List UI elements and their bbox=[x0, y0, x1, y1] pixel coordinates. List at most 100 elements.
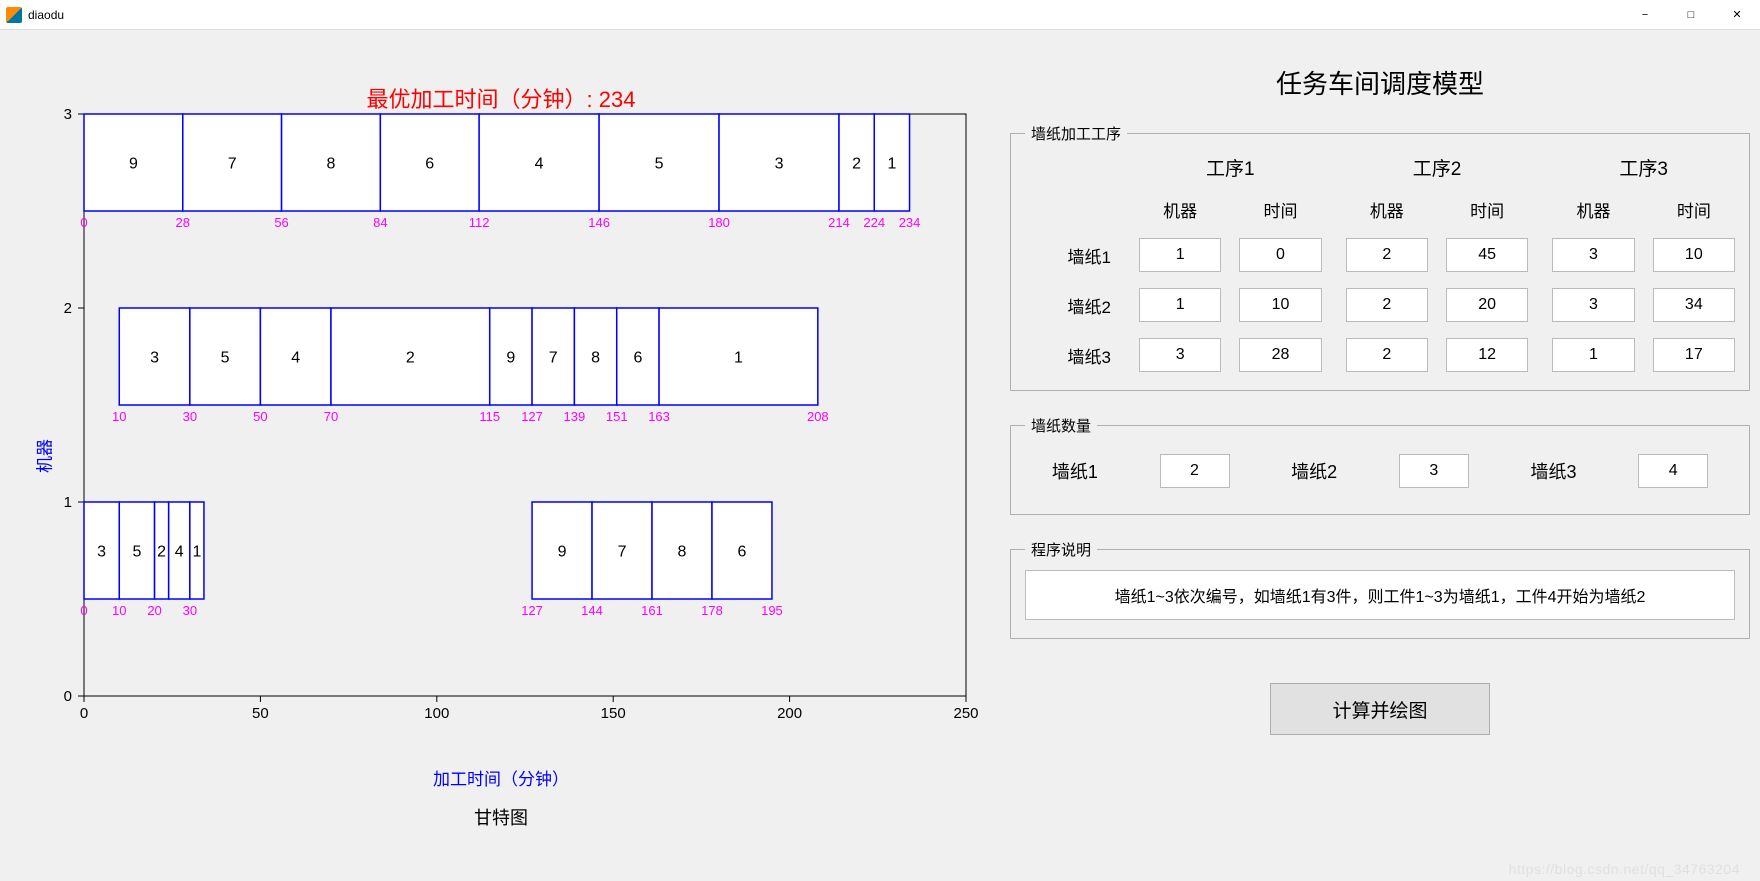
app-icon bbox=[6, 7, 22, 23]
proc-time-input[interactable]: 20 bbox=[1446, 288, 1528, 322]
proc-machine-input[interactable]: 2 bbox=[1346, 288, 1428, 322]
svg-text:5: 5 bbox=[221, 350, 230, 367]
svg-text:150: 150 bbox=[601, 705, 626, 722]
svg-text:4: 4 bbox=[535, 156, 544, 173]
svg-text:50: 50 bbox=[253, 409, 267, 424]
proc-time-input[interactable]: 0 bbox=[1239, 238, 1321, 272]
svg-text:200: 200 bbox=[777, 705, 802, 722]
app-window: diaodu − □ ✕ 最优加工时间（分钟）: 234 05010015020… bbox=[0, 0, 1760, 881]
svg-text:1: 1 bbox=[734, 350, 743, 367]
proc-machine-input[interactable]: 1 bbox=[1139, 288, 1221, 322]
proc-machine-input[interactable]: 3 bbox=[1139, 338, 1221, 372]
proc-row-label: 墙纸3 bbox=[1025, 343, 1115, 368]
proc-time-input[interactable]: 28 bbox=[1239, 338, 1321, 372]
maximize-button[interactable]: □ bbox=[1668, 0, 1714, 30]
svg-text:30: 30 bbox=[183, 409, 197, 424]
svg-text:5: 5 bbox=[132, 544, 141, 561]
proc-machine-input[interactable]: 1 bbox=[1552, 338, 1634, 372]
gantt-chart: 最优加工时间（分钟）: 234 050100150200250012397864… bbox=[6, 36, 996, 875]
svg-text:50: 50 bbox=[252, 705, 269, 722]
sub-header-machine: 机器 bbox=[1552, 197, 1634, 222]
svg-text:84: 84 bbox=[373, 215, 387, 230]
proc-machine-input[interactable]: 1 bbox=[1139, 238, 1221, 272]
svg-text:9: 9 bbox=[558, 544, 567, 561]
close-button[interactable]: ✕ bbox=[1714, 0, 1760, 30]
qty-label: 墙纸2 bbox=[1291, 458, 1337, 484]
svg-text:4: 4 bbox=[175, 544, 184, 561]
svg-text:5: 5 bbox=[655, 156, 664, 173]
minimize-button[interactable]: − bbox=[1622, 0, 1668, 30]
qty-input[interactable]: 3 bbox=[1399, 454, 1469, 488]
watermark: https://blog.csdn.net/qq_34763204 bbox=[1509, 861, 1740, 877]
proc-time-input[interactable]: 10 bbox=[1653, 238, 1735, 272]
svg-text:6: 6 bbox=[425, 156, 434, 173]
svg-text:0: 0 bbox=[80, 705, 88, 722]
sub-header-time: 时间 bbox=[1653, 197, 1735, 222]
proc-time-input[interactable]: 17 bbox=[1653, 338, 1735, 372]
svg-text:127: 127 bbox=[521, 603, 543, 618]
svg-text:180: 180 bbox=[708, 215, 730, 230]
svg-text:6: 6 bbox=[633, 350, 642, 367]
proc-row-label: 墙纸2 bbox=[1025, 293, 1115, 318]
svg-text:70: 70 bbox=[324, 409, 338, 424]
sub-header-time: 时间 bbox=[1446, 197, 1528, 222]
svg-text:250: 250 bbox=[953, 705, 978, 722]
svg-text:28: 28 bbox=[176, 215, 190, 230]
description-group-title: 程序说明 bbox=[1025, 539, 1097, 560]
calculate-button[interactable]: 计算并绘图 bbox=[1270, 683, 1490, 735]
svg-text:56: 56 bbox=[274, 215, 288, 230]
svg-text:8: 8 bbox=[591, 350, 600, 367]
svg-text:3: 3 bbox=[64, 106, 72, 123]
proc-machine-input[interactable]: 3 bbox=[1552, 238, 1634, 272]
qty-input[interactable]: 4 bbox=[1638, 454, 1708, 488]
proc-time-input[interactable]: 34 bbox=[1653, 288, 1735, 322]
proc-time-input[interactable]: 10 bbox=[1239, 288, 1321, 322]
proc-machine-input[interactable]: 3 bbox=[1552, 288, 1634, 322]
svg-text:2: 2 bbox=[157, 544, 166, 561]
qty-label: 墙纸1 bbox=[1052, 458, 1098, 484]
svg-text:9: 9 bbox=[129, 156, 138, 173]
svg-text:8: 8 bbox=[678, 544, 687, 561]
svg-text:3: 3 bbox=[775, 156, 784, 173]
proc-time-input[interactable]: 12 bbox=[1446, 338, 1528, 372]
svg-text:7: 7 bbox=[549, 350, 558, 367]
svg-text:7: 7 bbox=[228, 156, 237, 173]
qty-label: 墙纸3 bbox=[1530, 458, 1576, 484]
svg-text:3: 3 bbox=[150, 350, 159, 367]
svg-text:9: 9 bbox=[506, 350, 515, 367]
sub-header-time: 时间 bbox=[1239, 197, 1321, 222]
svg-text:3: 3 bbox=[97, 544, 106, 561]
quantity-group-title: 墙纸数量 bbox=[1025, 415, 1097, 436]
svg-text:112: 112 bbox=[469, 215, 490, 230]
window-title: diaodu bbox=[28, 8, 64, 22]
main-heading: 任务车间调度模型 bbox=[1006, 64, 1754, 101]
svg-text:10: 10 bbox=[112, 409, 126, 424]
svg-text:1: 1 bbox=[64, 494, 72, 511]
proc-machine-input[interactable]: 2 bbox=[1346, 238, 1428, 272]
svg-text:139: 139 bbox=[564, 409, 586, 424]
proc-header: 工序2 bbox=[1346, 154, 1529, 181]
svg-text:195: 195 bbox=[761, 603, 783, 618]
svg-text:161: 161 bbox=[641, 603, 663, 618]
svg-text:151: 151 bbox=[606, 409, 628, 424]
qty-input[interactable]: 2 bbox=[1160, 454, 1230, 488]
svg-text:214: 214 bbox=[828, 215, 850, 230]
proc-row-label: 墙纸1 bbox=[1025, 243, 1115, 268]
svg-text:224: 224 bbox=[863, 215, 885, 230]
svg-text:146: 146 bbox=[588, 215, 610, 230]
svg-text:1: 1 bbox=[192, 544, 201, 561]
svg-text:10: 10 bbox=[112, 603, 126, 618]
y-axis-label: 机器 bbox=[31, 439, 56, 473]
svg-text:0: 0 bbox=[64, 688, 72, 705]
proc-header: 工序3 bbox=[1552, 154, 1735, 181]
svg-text:8: 8 bbox=[327, 156, 336, 173]
proc-time-input[interactable]: 45 bbox=[1446, 238, 1528, 272]
proc-machine-input[interactable]: 2 bbox=[1346, 338, 1428, 372]
svg-text:234: 234 bbox=[899, 215, 921, 230]
svg-text:2: 2 bbox=[852, 156, 861, 173]
svg-text:7: 7 bbox=[618, 544, 627, 561]
svg-text:0: 0 bbox=[80, 215, 87, 230]
sub-header-machine: 机器 bbox=[1139, 197, 1221, 222]
svg-text:144: 144 bbox=[581, 603, 603, 618]
gantt-svg: 0501001502002500123978645321354297861352… bbox=[6, 36, 996, 826]
